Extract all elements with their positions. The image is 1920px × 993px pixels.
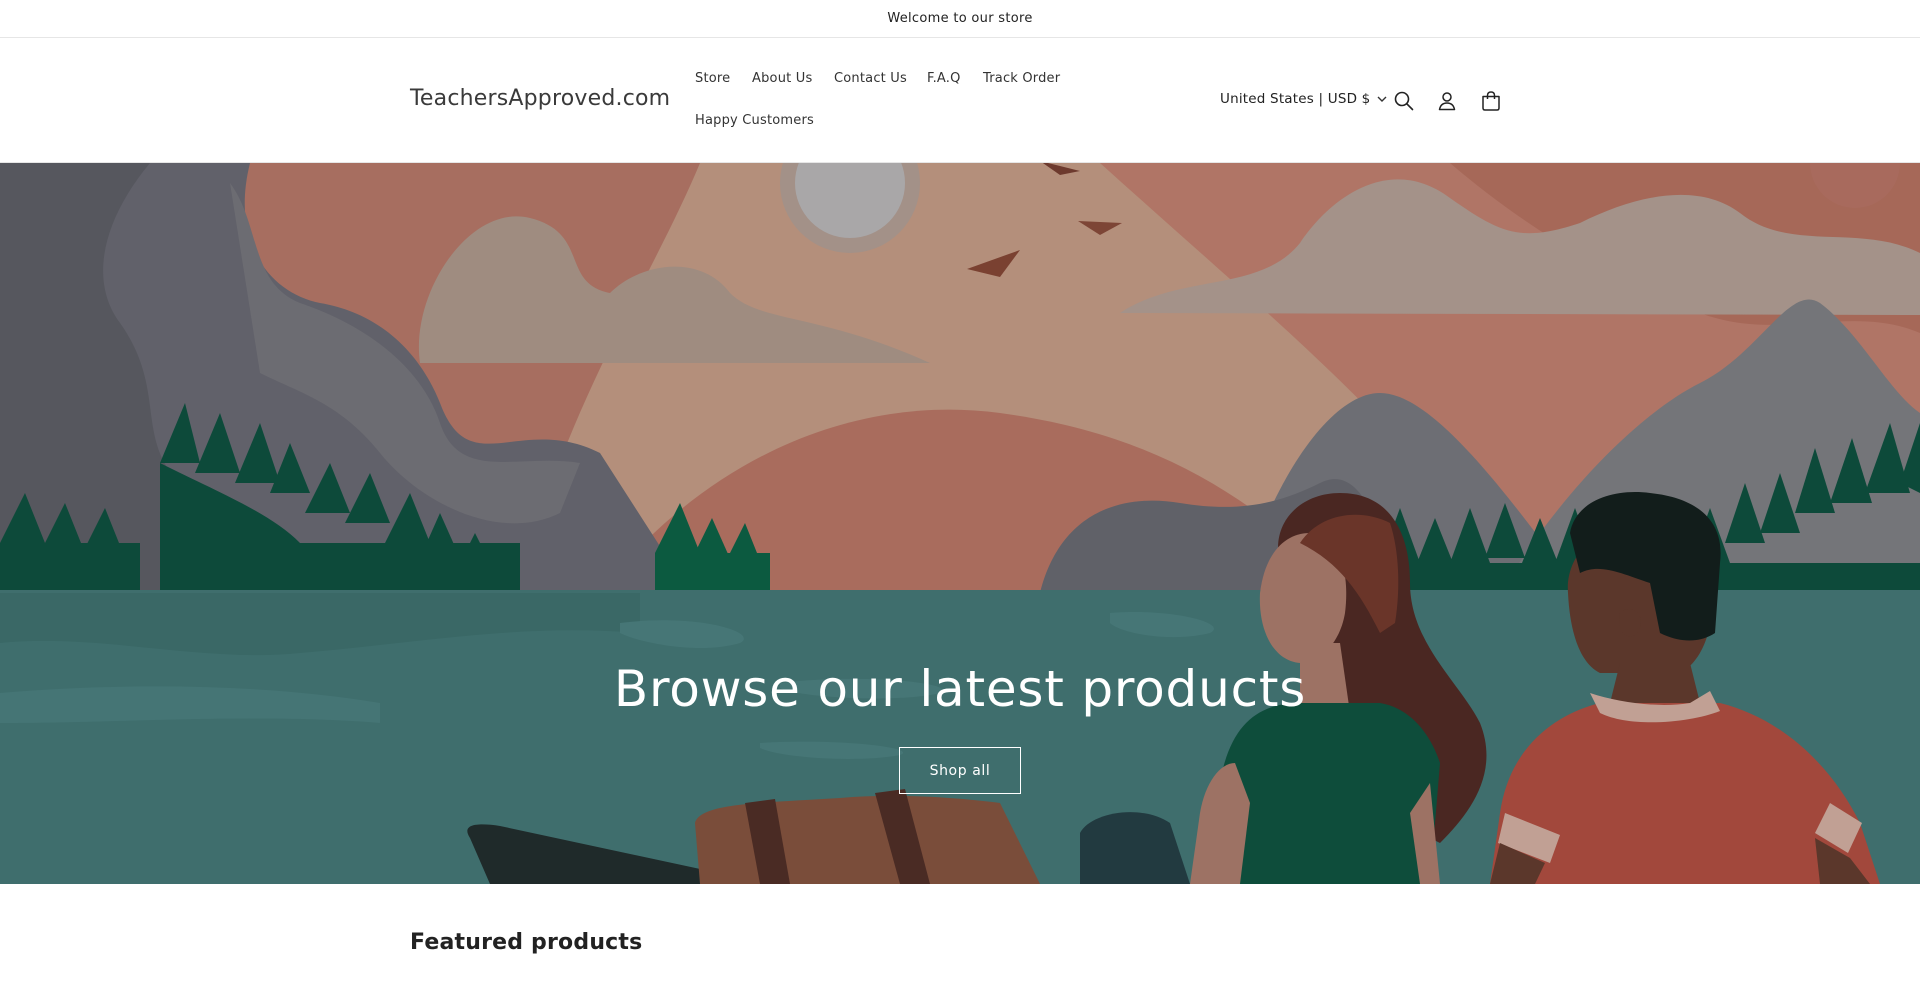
country-selector[interactable]: United States | USD $ [1220,91,1388,107]
hero-banner: Browse our latest products Shop all [0,163,1920,884]
search-icon[interactable] [1392,89,1416,113]
featured-products-heading: Featured products [410,930,643,955]
announcement-text: Welcome to our store [887,11,1033,26]
shop-all-button[interactable]: Shop all [899,747,1021,794]
nav-about-us[interactable]: About Us [752,71,812,86]
nav-contact-us[interactable]: Contact Us [834,71,907,86]
account-icon[interactable] [1435,89,1459,113]
site-header: TeachersApproved.com Store About Us Cont… [0,39,1920,163]
country-selector-label: United States | USD $ [1220,91,1371,107]
cart-icon[interactable] [1479,89,1503,113]
announcement-bar: Welcome to our store [0,0,1920,38]
store-logo[interactable]: TeachersApproved.com [410,86,670,111]
chevron-down-icon [1377,96,1387,102]
nav-track-order[interactable]: Track Order [983,71,1060,86]
nav-faq[interactable]: F.A.Q [927,71,961,86]
nav-store[interactable]: Store [695,71,730,86]
hero-title: Browse our latest products [613,660,1307,718]
nav-happy-customers[interactable]: Happy Customers [695,113,814,128]
